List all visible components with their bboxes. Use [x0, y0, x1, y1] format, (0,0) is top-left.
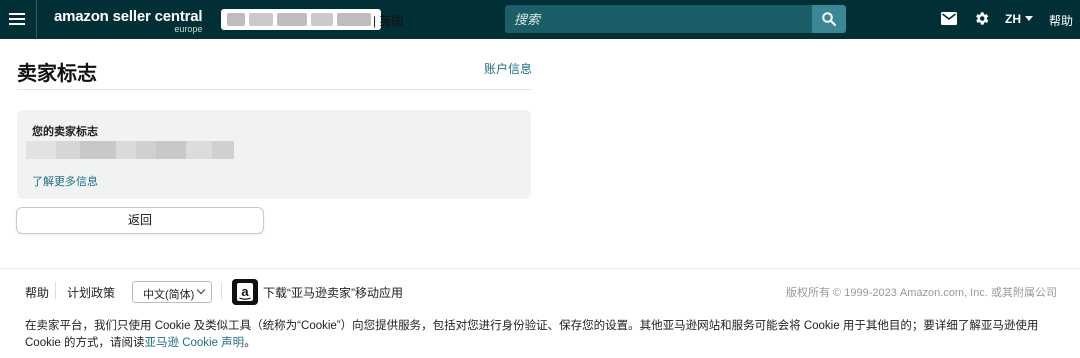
chevron-down-icon [196, 285, 206, 295]
download-app-link[interactable]: 下载“亚马逊卖家”移动应用 [263, 284, 403, 301]
account-info-link[interactable]: 账户信息 [484, 60, 532, 77]
program-policies-link[interactable]: 计划政策 [67, 284, 115, 301]
top-navigation-bar: amazon seller central europe | 英国 ZH 帮助 [0, 0, 1080, 39]
logo-text: amazon seller central [54, 8, 203, 25]
search-box [505, 5, 814, 33]
language-selector[interactable]: ZH [1005, 12, 1033, 26]
language-select-value: 中文(简体) [143, 289, 195, 301]
header-help-link[interactable]: 帮助 [1049, 12, 1073, 29]
title-divider [17, 89, 531, 90]
footer-divider [0, 268, 1080, 269]
account-switcher[interactable]: | 英国 [221, 9, 403, 30]
menu-icon[interactable] [9, 11, 25, 27]
back-button[interactable]: 返回 [16, 207, 264, 234]
search-input[interactable] [505, 5, 814, 33]
page-title: 卖家标志 [17, 63, 97, 85]
chevron-down-icon [1025, 16, 1033, 21]
cookie-notice-end: 。 [244, 337, 256, 349]
logo-region: europe [174, 24, 203, 34]
seller-logo-card: 您的卖家标志 了解更多信息 [17, 110, 531, 199]
language-code: ZH [1005, 12, 1021, 26]
cookie-statement-link[interactable]: 亚马逊 Cookie 声明 [145, 337, 245, 349]
cookie-notice: 在卖家平台，我们只使用 Cookie 及类似工具（统称为“Cookie”）向您提… [25, 318, 1065, 352]
footer-separator [55, 282, 56, 299]
footer-help-link[interactable]: 帮助 [25, 284, 49, 301]
header-divider [36, 0, 37, 39]
copyright-text: 版权所有 © 1999-2023 Amazon.com, Inc. 或其附属公司 [786, 287, 1057, 299]
redacted-seller-logo [26, 140, 234, 160]
footer-separator [221, 282, 222, 299]
redacted-account-name [227, 13, 387, 26]
language-select[interactable]: 中文(简体) [132, 281, 212, 303]
search-icon [822, 12, 836, 26]
gear-icon[interactable] [973, 10, 990, 27]
account-marketplace: | 英国 [373, 14, 404, 28]
svg-text:a: a [241, 284, 249, 299]
mail-icon[interactable] [941, 12, 957, 25]
learn-more-link[interactable]: 了解更多信息 [32, 173, 98, 189]
card-title: 您的卖家标志 [32, 126, 98, 138]
amazon-app-icon[interactable]: a [232, 279, 258, 305]
search-button[interactable] [812, 5, 846, 33]
seller-central-logo[interactable]: amazon seller central europe [54, 8, 203, 34]
